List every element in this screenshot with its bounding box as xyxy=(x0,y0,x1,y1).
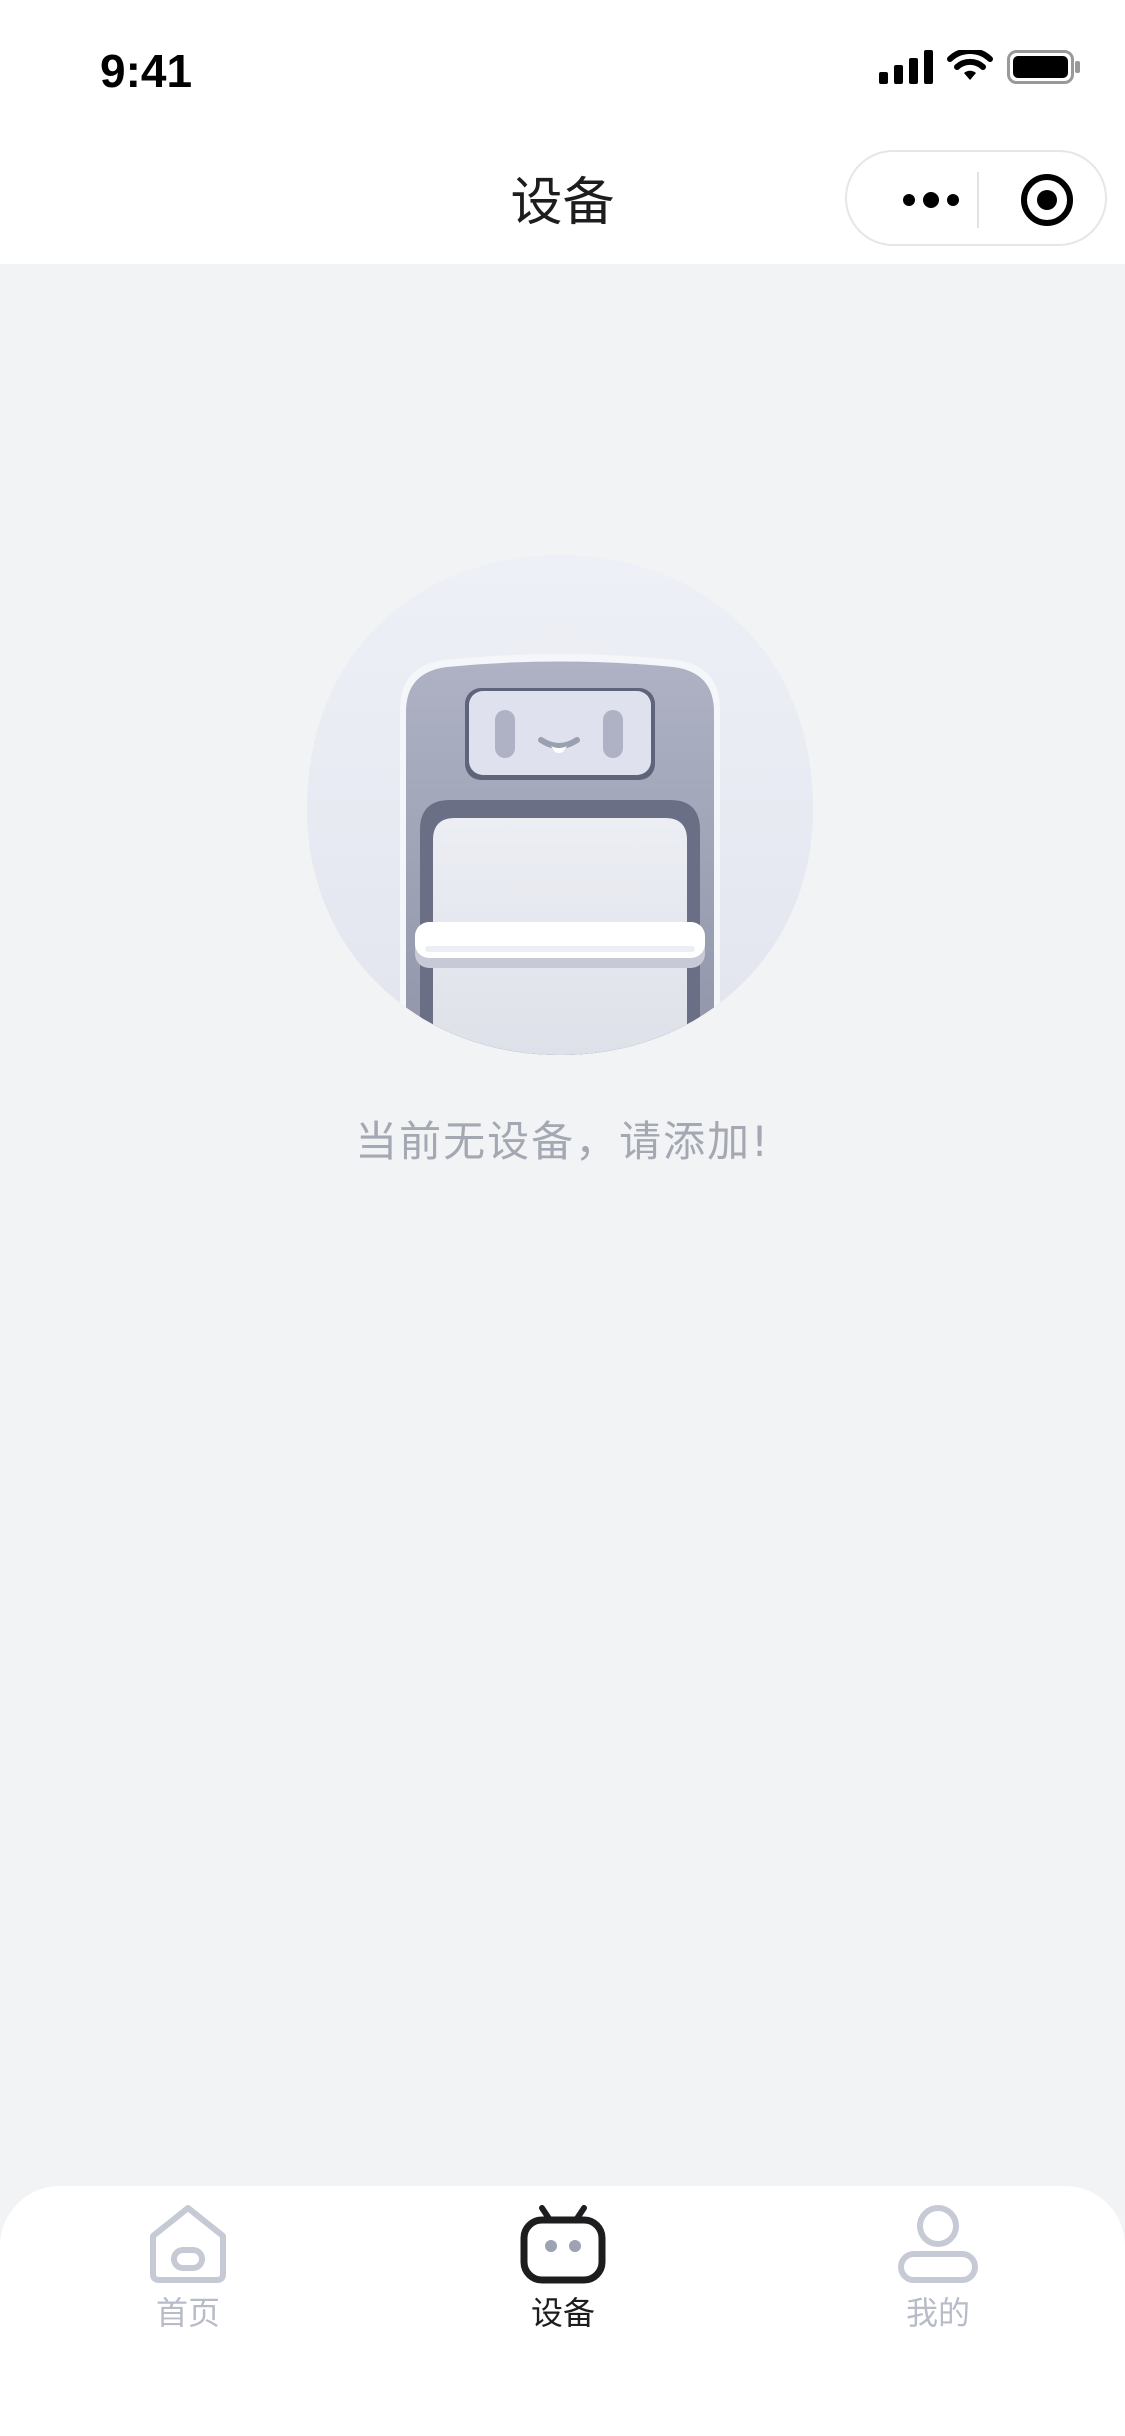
empty-message: 当前无设备，请添加! xyxy=(355,1117,770,1166)
tab-profile-label: 我的 xyxy=(905,2294,970,2332)
tab-profile[interactable]: 我的 xyxy=(838,2202,1038,2342)
home-icon xyxy=(150,2205,226,2283)
target-icon[interactable] xyxy=(1019,172,1075,228)
status-icons xyxy=(879,50,1081,84)
nav-bar: 设备 xyxy=(0,132,1125,264)
tab-device[interactable]: 设备 xyxy=(463,2202,663,2342)
profile-icon xyxy=(898,2205,978,2283)
status-bar: 9:41 xyxy=(0,0,1125,132)
tab-bar: 首页 设备 我的 xyxy=(0,2186,1125,2436)
more-button[interactable] xyxy=(883,180,979,220)
capsule-divider xyxy=(977,172,979,228)
status-time: 9:41 xyxy=(100,45,193,97)
tab-home[interactable]: 首页 xyxy=(88,2202,288,2342)
cellular-signal-icon xyxy=(879,50,933,84)
robot-illustration xyxy=(307,555,813,1055)
device-icon xyxy=(520,2205,606,2284)
battery-icon xyxy=(1007,50,1080,84)
wifi-icon xyxy=(947,50,993,80)
tab-device-label: 设备 xyxy=(530,2294,595,2332)
mini-program-capsule xyxy=(845,150,1107,246)
tab-home-label: 首页 xyxy=(155,2294,220,2332)
more-icon xyxy=(903,192,959,208)
